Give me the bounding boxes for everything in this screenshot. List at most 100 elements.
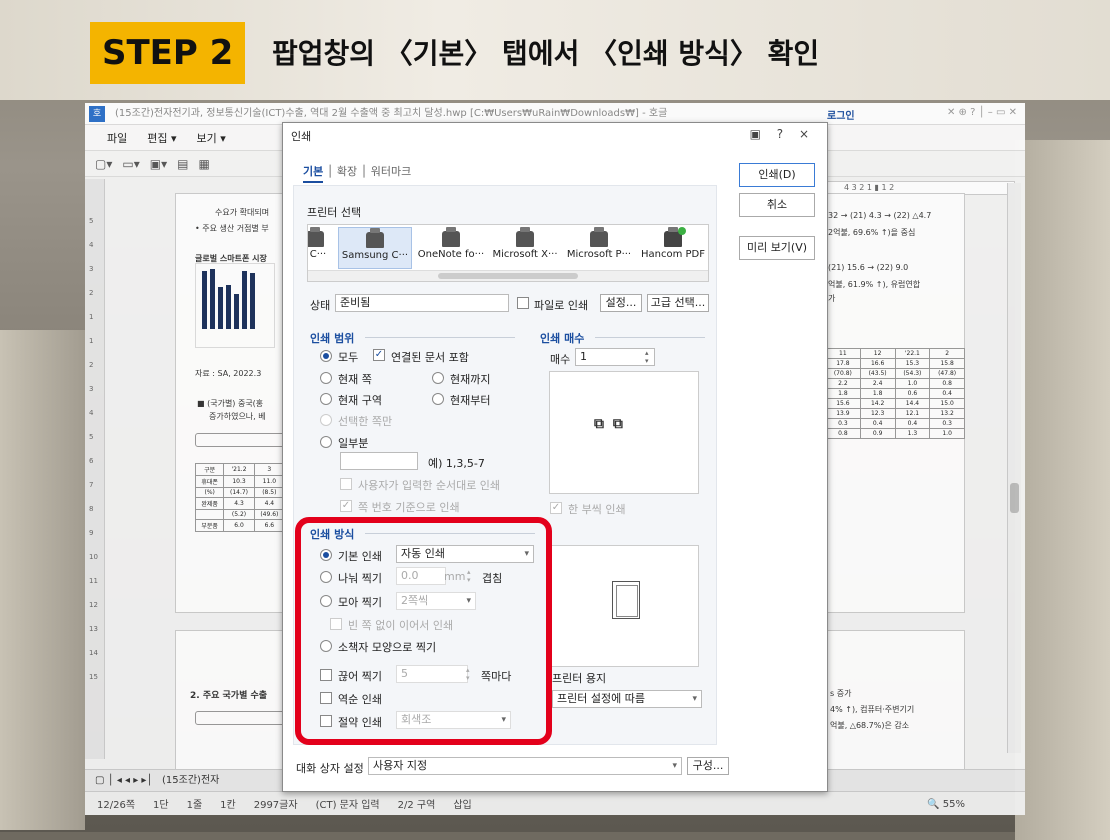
preview-icon[interactable]: ▦ (198, 157, 209, 171)
chart-bar (218, 287, 223, 329)
login-link[interactable]: 로그인 (827, 107, 855, 122)
scrollbar-thumb[interactable] (1010, 483, 1019, 513)
window-controls[interactable]: ✕ ⊕ ? │ – ▭ ✕ (947, 107, 1017, 118)
doc-text: 억불, 61.9% ↑), 유럽연합 (828, 280, 921, 289)
tab-extended[interactable]: 확장 (337, 165, 357, 178)
hwp-window-title: (15조간)전자전기과, 정보통신기술(ICT)수출, 역대 2월 수출액 중 … (115, 108, 668, 119)
dialog-setting-label: 대화 상자 설정 (296, 762, 364, 775)
range-from-current-label: 현재부터 (450, 394, 491, 407)
scrollbar-thumb[interactable] (438, 273, 578, 279)
page-number-checkbox[interactable]: ✓ (340, 500, 352, 512)
page-number-label: 쪽 번호 기준으로 인쇄 (358, 501, 460, 514)
tab-basic[interactable]: 기본 (303, 165, 324, 183)
printer-item-samsung[interactable]: Samsung C··· (338, 227, 412, 269)
dialog-setting-select[interactable]: 사용자 지정 (368, 757, 682, 775)
dialog-title: 인쇄 (291, 130, 312, 143)
paper-select[interactable]: 프린터 설정에 따름 (552, 690, 702, 708)
dialog-controls[interactable]: ▣ ? × (750, 127, 815, 141)
partial-range-example: 예) 1,3,5-7 (428, 457, 485, 470)
configure-button[interactable]: 구성... (687, 757, 729, 775)
copies-input[interactable]: 1 (575, 348, 655, 366)
partial-range-input[interactable] (340, 452, 418, 470)
menu-view[interactable]: 보기 ▾ (197, 130, 226, 146)
printer-icon (442, 227, 460, 247)
tab-separator: │ (326, 165, 337, 178)
range-all-radio[interactable] (320, 350, 332, 362)
chart-bar (210, 269, 215, 329)
save-icon[interactable]: ▣▾ (150, 157, 167, 171)
zoom-value: 55% (942, 799, 965, 810)
copies-stepper-icon[interactable]: ▴ ▾ (645, 349, 649, 365)
background-right (1015, 140, 1110, 840)
printer-list[interactable]: j C··· Samsung C··· OneNote fo··· Micros… (307, 224, 709, 282)
copies-preview (549, 371, 699, 494)
dialog-tabs: 기본 │ 확장 │ 워터마크 (303, 163, 411, 183)
open-folder-icon[interactable]: ▭▾ (122, 157, 139, 171)
range-current-page-radio[interactable] (320, 372, 332, 384)
printer-scrollbar[interactable] (308, 270, 708, 281)
user-order-label: 사용자가 입력한 순서대로 인쇄 (358, 479, 501, 492)
status-mode: (CT) 문자 입력 (315, 800, 380, 811)
status-line: 1줄 (186, 800, 203, 811)
status-col: 1칸 (220, 800, 236, 811)
tab-watermark[interactable]: 워터마크 (371, 165, 411, 178)
vertical-scrollbar[interactable] (1007, 183, 1021, 753)
doc-table-left: 구분 '21.2 3 휴대폰 10.3 11.0 (%) (14.7) (8.5) 완제품 4… (194, 463, 286, 532)
preview-button[interactable]: 미리 보기(V) (739, 236, 815, 260)
status-section: 1단 (153, 800, 169, 811)
printer-item-hancom-pdf[interactable]: Hancom PDF (636, 227, 708, 269)
user-order-checkbox[interactable] (340, 478, 352, 490)
chart-bar (250, 273, 255, 329)
new-doc-icon[interactable]: ▢▾ (95, 157, 112, 171)
range-all-label: 모두 (338, 351, 359, 364)
advanced-button[interactable]: 고급 선택... (647, 294, 709, 312)
doc-box (195, 711, 285, 725)
doc-text: 수요가 확대되며 (215, 208, 270, 217)
state-label: 상태 (310, 299, 331, 312)
status-ins: 삽입 (453, 800, 472, 811)
zoom-level[interactable]: 🔍 55% (927, 799, 965, 810)
print-icon[interactable]: ▤ (177, 157, 188, 171)
chart-bar (202, 271, 207, 329)
step-badge: STEP 2 (90, 22, 246, 84)
paper-section-title: 프린터 용지 (552, 672, 607, 685)
doc-text: 억불, △68.7%)은 감소 (830, 721, 910, 730)
status-bar: 12/26쪽 1단 1줄 1칸 2997글자 (CT) 문자 입력 2/2 구역… (85, 791, 1025, 815)
printer-select-label: 프린터 선택 (307, 206, 362, 219)
doc-text: 증가하였으나, 베 (209, 412, 266, 421)
printer-name: Microsoft X··· (492, 249, 558, 260)
range-to-current-radio[interactable] (432, 372, 444, 384)
range-partial-radio[interactable] (320, 436, 332, 448)
range-selection-label: 선택한 쪽만 (338, 415, 393, 428)
doc-text: (21) 15.6 → (22) 9.0 (828, 263, 909, 272)
printer-name: Microsoft P··· (566, 249, 632, 260)
doc-tab[interactable]: (15조간)전자 (162, 775, 219, 786)
printer-item[interactable]: Microsoft X··· (488, 227, 562, 269)
printer-icon (590, 227, 608, 247)
range-current-area-radio[interactable] (320, 393, 332, 405)
menu-file[interactable]: 파일 (107, 130, 127, 146)
doc-table-right: 11 12'22.1 2 17.8 16.6 15.3 15.8 (70.8) (43.5)… (825, 348, 965, 439)
range-selection-radio[interactable] (320, 414, 332, 426)
print-to-file-checkbox[interactable] (517, 297, 529, 309)
doc-text: 2억불, 69.6% ↑)을 중심 (828, 228, 916, 237)
collate-checkbox[interactable]: ✓ (550, 502, 562, 514)
chart-bar (234, 294, 239, 329)
cancel-button[interactable]: 취소 (739, 193, 815, 217)
printer-item[interactable]: Microsoft P··· (562, 227, 636, 269)
range-to-current-label: 현재까지 (450, 373, 491, 386)
tab-nav-icons[interactable]: ▢ │ ◂ ◂ ▸ ▸│ (95, 775, 159, 786)
range-from-current-radio[interactable] (432, 393, 444, 405)
menu-edit[interactable]: 편집 ▾ (147, 130, 176, 146)
print-button[interactable]: 인쇄(D) (739, 163, 815, 187)
printer-icon (516, 227, 534, 247)
printer-item[interactable]: OneNote fo··· (414, 227, 488, 269)
doc-text: 2. 주요 국가별 수출 (190, 691, 268, 701)
linked-docs-checkbox[interactable]: ✓ (373, 349, 385, 361)
state-field: 준비됨 (335, 294, 509, 312)
printer-name: j C··· (308, 249, 327, 260)
doc-text: 4% ↑), 컴퓨터·주변기기 (830, 705, 915, 714)
divider (365, 337, 515, 338)
tab-separator: │ (360, 165, 371, 178)
settings-button[interactable]: 설정... (600, 294, 642, 312)
